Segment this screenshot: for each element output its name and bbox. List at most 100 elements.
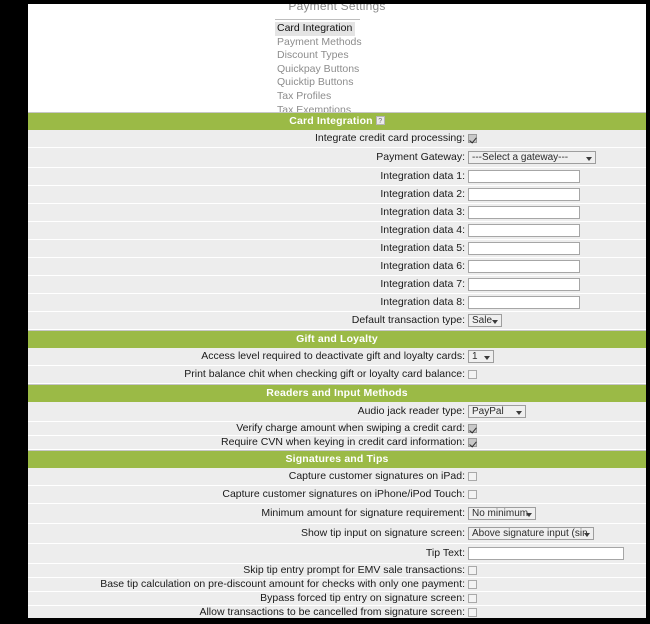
label-integration-data-2: Integration data 2: bbox=[380, 188, 465, 200]
control-integration-data-3 bbox=[468, 204, 580, 221]
label-tip-text: Tip Text: bbox=[425, 547, 465, 559]
nav-item-tax-profiles[interactable]: Tax Profiles bbox=[275, 90, 334, 104]
select-show-tip-input[interactable]: Above signature input (sin bbox=[468, 527, 594, 540]
select-default-transaction-type[interactable]: Sale bbox=[468, 314, 502, 327]
row-integration-data-4: Integration data 4: bbox=[28, 222, 646, 240]
question-mark-icon[interactable]: ? bbox=[375, 116, 385, 125]
row-integration-data-5: Integration data 5: bbox=[28, 240, 646, 258]
control-payment-gateway: ---Select a gateway--- bbox=[468, 148, 596, 167]
control-signatures-iphone bbox=[468, 486, 477, 503]
nav-list: Card Integration Payment Methods Discoun… bbox=[275, 22, 535, 117]
checkbox-signatures-iphone[interactable] bbox=[468, 490, 477, 499]
row-signatures-ipad: Capture customer signatures on iPad: bbox=[28, 468, 646, 486]
row-minimum-signature-amount: Minimum amount for signature requirement… bbox=[28, 504, 646, 524]
input-integration-data-5[interactable] bbox=[468, 242, 580, 255]
control-base-tip-calculation bbox=[468, 578, 477, 591]
control-require-cvn bbox=[468, 436, 477, 449]
control-minimum-signature-amount: No minimum bbox=[468, 504, 536, 523]
row-integration-data-1: Integration data 1: bbox=[28, 168, 646, 186]
label-payment-gateway: Payment Gateway: bbox=[376, 151, 465, 163]
checkbox-bypass-forced-tip[interactable] bbox=[468, 594, 477, 603]
section-header-signatures-and-tips: Signatures and Tips bbox=[28, 450, 646, 468]
row-allow-cancel-from-signature: Allow transactions to be cancelled from … bbox=[28, 606, 646, 618]
control-verify-charge-amount bbox=[468, 422, 477, 435]
checkbox-skip-emv-tip-prompt[interactable] bbox=[468, 566, 477, 575]
section-header-gift-and-loyalty: Gift and Loyalty bbox=[28, 330, 646, 348]
control-show-tip-input: Above signature input (sin bbox=[468, 524, 594, 543]
control-integration-data-5 bbox=[468, 240, 580, 257]
row-integration-data-8: Integration data 8: bbox=[28, 294, 646, 312]
nav-item-card-integration[interactable]: Card Integration bbox=[275, 22, 356, 36]
label-integrate-credit-card: Integrate credit card processing: bbox=[315, 132, 465, 144]
label-integration-data-3: Integration data 3: bbox=[380, 206, 465, 218]
input-integration-data-3[interactable] bbox=[468, 206, 580, 219]
control-integration-data-1 bbox=[468, 168, 580, 185]
input-integration-data-8[interactable] bbox=[468, 296, 580, 309]
label-integration-data-4: Integration data 4: bbox=[380, 224, 465, 236]
input-integration-data-1[interactable] bbox=[468, 170, 580, 183]
label-base-tip-calculation: Base tip calculation on pre-discount amo… bbox=[100, 578, 465, 590]
section-title-gift-and-loyalty: Gift and Loyalty bbox=[296, 333, 378, 345]
row-integration-data-3: Integration data 3: bbox=[28, 204, 646, 222]
input-integration-data-6[interactable] bbox=[468, 260, 580, 273]
control-access-level: 1 bbox=[468, 348, 494, 365]
label-verify-charge-amount: Verify charge amount when swiping a cred… bbox=[236, 422, 465, 434]
label-integration-data-6: Integration data 6: bbox=[380, 260, 465, 272]
row-integrate-credit-card: Integrate credit card processing: bbox=[28, 130, 646, 148]
control-integration-data-8 bbox=[468, 294, 580, 311]
checkbox-integrate-credit-card[interactable] bbox=[468, 134, 477, 143]
input-integration-data-7[interactable] bbox=[468, 278, 580, 291]
select-audio-jack-reader[interactable]: PayPal bbox=[468, 405, 526, 418]
control-integrate-credit-card bbox=[468, 130, 477, 147]
page-frame: Payment Settings Card Integration Paymen… bbox=[0, 0, 650, 624]
section-title-readers-and-input-methods: Readers and Input Methods bbox=[266, 387, 408, 399]
nav-item-quicktip-buttons[interactable]: Quicktip Buttons bbox=[275, 76, 356, 90]
row-integration-data-2: Integration data 2: bbox=[28, 186, 646, 204]
control-audio-jack-reader: PayPal bbox=[468, 402, 526, 421]
settings-form: Card Integration? Integrate credit card … bbox=[28, 112, 646, 618]
row-integration-data-6: Integration data 6: bbox=[28, 258, 646, 276]
row-require-cvn: Require CVN when keying in credit card i… bbox=[28, 436, 646, 450]
nav-item-quickpay-buttons[interactable]: Quickpay Buttons bbox=[275, 63, 362, 77]
input-integration-data-4[interactable] bbox=[468, 224, 580, 237]
page-canvas: Payment Settings Card Integration Paymen… bbox=[28, 4, 646, 618]
input-integration-data-2[interactable] bbox=[468, 188, 580, 201]
row-integration-data-7: Integration data 7: bbox=[28, 276, 646, 294]
label-minimum-signature-amount: Minimum amount for signature requirement… bbox=[261, 507, 465, 519]
settings-nav: Payment Settings Card Integration Paymen… bbox=[28, 4, 646, 115]
label-bypass-forced-tip: Bypass forced tip entry on signature scr… bbox=[260, 592, 465, 604]
label-print-balance-chit: Print balance chit when checking gift or… bbox=[184, 368, 465, 380]
checkbox-print-balance-chit[interactable] bbox=[468, 370, 477, 379]
select-minimum-signature-amount[interactable]: No minimum bbox=[468, 507, 536, 520]
control-signatures-ipad bbox=[468, 468, 477, 485]
checkbox-allow-cancel-from-signature[interactable] bbox=[468, 608, 477, 617]
checkbox-verify-charge-amount[interactable] bbox=[468, 424, 477, 433]
label-integration-data-5: Integration data 5: bbox=[380, 242, 465, 254]
row-show-tip-input: Show tip input on signature screen: Abov… bbox=[28, 524, 646, 544]
row-verify-charge-amount: Verify charge amount when swiping a cred… bbox=[28, 422, 646, 436]
checkbox-base-tip-calculation[interactable] bbox=[468, 580, 477, 589]
nav-item-discount-types[interactable]: Discount Types bbox=[275, 49, 352, 63]
page-title: Payment Settings bbox=[288, 4, 386, 13]
section-title-card-integration: Card Integration bbox=[289, 115, 373, 127]
row-skip-emv-tip-prompt: Skip tip entry prompt for EMV sale trans… bbox=[28, 564, 646, 578]
control-integration-data-6 bbox=[468, 258, 580, 275]
label-integration-data-8: Integration data 8: bbox=[380, 296, 465, 308]
row-payment-gateway: Payment Gateway: ---Select a gateway--- bbox=[28, 148, 646, 168]
input-tip-text[interactable] bbox=[468, 547, 624, 560]
select-access-level[interactable]: 1 bbox=[468, 350, 494, 363]
label-skip-emv-tip-prompt: Skip tip entry prompt for EMV sale trans… bbox=[243, 564, 465, 576]
control-allow-cancel-from-signature bbox=[468, 606, 477, 618]
nav-item-payment-methods[interactable]: Payment Methods bbox=[275, 36, 365, 50]
control-integration-data-7 bbox=[468, 276, 580, 293]
label-default-transaction-type: Default transaction type: bbox=[351, 314, 465, 326]
checkbox-require-cvn[interactable] bbox=[468, 438, 477, 447]
label-integration-data-1: Integration data 1: bbox=[380, 170, 465, 182]
label-signatures-ipad: Capture customer signatures on iPad: bbox=[288, 470, 465, 482]
checkbox-signatures-ipad[interactable] bbox=[468, 472, 477, 481]
section-header-card-integration: Card Integration? bbox=[28, 112, 646, 130]
select-payment-gateway[interactable]: ---Select a gateway--- bbox=[468, 151, 596, 164]
label-show-tip-input: Show tip input on signature screen: bbox=[300, 527, 465, 539]
control-tip-text bbox=[468, 544, 624, 563]
row-signatures-iphone: Capture customer signatures on iPhone/iP… bbox=[28, 486, 646, 504]
